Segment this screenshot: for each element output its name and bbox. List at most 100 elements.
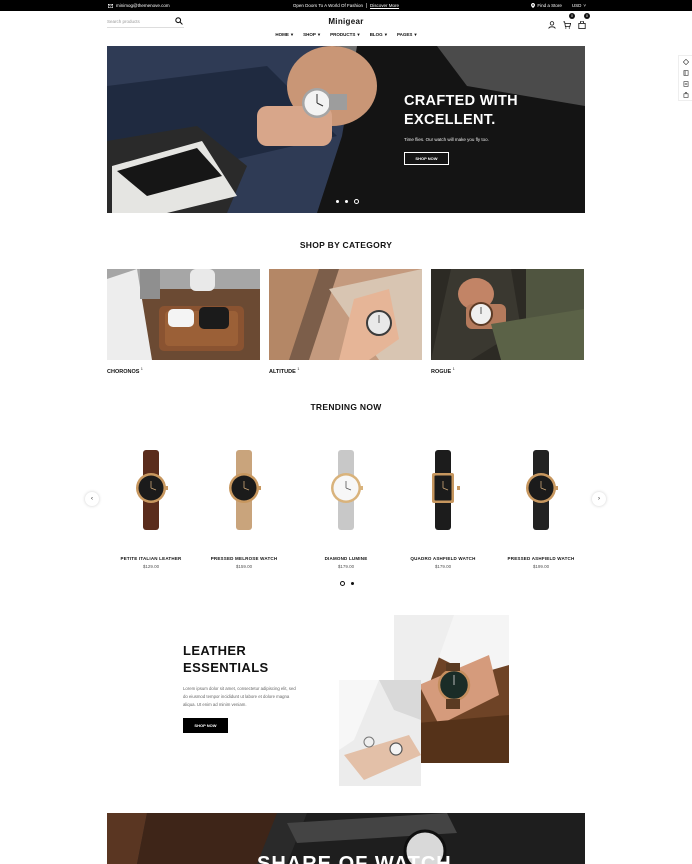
product-card[interactable]: PRESSED MELROSE WATCH $159.00 (199, 450, 289, 575)
chevron-down-icon: ▾ (384, 32, 387, 37)
main-nav: HOME ▾ SHOP ▾ PRODUCTS ▾ BLOG ▾ PAGES ▾ (0, 32, 692, 38)
nav-item-products[interactable]: PRODUCTS ▾ (330, 32, 360, 38)
product-card[interactable]: PRESSED ASHFIELD WATCH $199.00 (496, 450, 586, 575)
nav-item-blog[interactable]: BLOG ▾ (370, 32, 387, 38)
hero-banner: CRAFTED WITH EXCELLENT. Time flies. Our … (107, 46, 585, 213)
category-image (107, 269, 260, 360)
chevron-down-icon: ▾ (414, 32, 417, 37)
nav-label: HOME (275, 32, 289, 37)
chevron-down-icon: ▾ (290, 32, 294, 37)
user-icon (548, 21, 556, 29)
bag-count-badge: 0 (584, 13, 590, 19)
announcement-bar: minimog@themenove.com Open Doors To A Wo… (0, 0, 692, 11)
product-price: $129.00 (142, 564, 160, 569)
cart-count-badge: 0 (569, 13, 575, 19)
product-price: $199.00 (532, 564, 550, 569)
chevron-down-icon: ˅ (583, 3, 586, 8)
slider-dot[interactable] (336, 200, 339, 203)
diamond-icon[interactable] (682, 58, 689, 65)
document-icon[interactable] (683, 80, 689, 87)
watch-image (432, 450, 460, 530)
hero-title-line: EXCELLENT. (404, 112, 496, 128)
currency-selector[interactable]: USD ˅ (572, 3, 586, 8)
category-label[interactable]: ALTITUDE 1 (269, 367, 299, 375)
cart-icon (563, 21, 572, 29)
cart-button[interactable]: 0 (563, 13, 575, 29)
product-price: $159.00 (235, 564, 253, 569)
hero-title-line: CRAFTED WITH (404, 93, 518, 109)
bag-button[interactable]: 0 (578, 13, 590, 29)
bottom-banner: SHARE OF WATCH (107, 813, 585, 864)
product-card[interactable]: DIAMOND LUMINE $179.00 (301, 450, 391, 575)
category-card-rogue[interactable] (431, 269, 584, 360)
arrow-left-icon: ‹ (91, 496, 93, 502)
shopping-bag-icon (578, 20, 586, 29)
category-count: 1 (140, 367, 143, 371)
nav-item-home[interactable]: HOME ▾ (275, 32, 293, 38)
side-toolbar (678, 55, 692, 101)
category-card-altitude[interactable] (269, 269, 422, 360)
category-label[interactable]: CHORONOS 1 (107, 367, 143, 375)
product-name[interactable]: DIAMOND LUMINE (301, 556, 391, 561)
leather-shop-now-button[interactable]: SHOP NOW (183, 718, 228, 733)
arrow-right-icon: › (598, 496, 600, 502)
announcement-text: Open Doors To A World Of Fashion (292, 3, 364, 8)
slider-dot[interactable] (345, 200, 348, 203)
carousel-next-button[interactable]: › (592, 492, 606, 506)
product-name[interactable]: PRESSED MELROSE WATCH (199, 556, 289, 561)
category-section-title: SHOP BY CATEGORY (299, 240, 393, 250)
find-store-label: Find a Store (537, 3, 562, 8)
divider (366, 3, 368, 9)
chevron-down-icon: ▾ (357, 32, 360, 37)
carousel-dot[interactable] (351, 582, 354, 585)
category-name: ROGUE (431, 368, 452, 375)
carousel-dot-active[interactable] (340, 581, 345, 586)
nav-label: PRODUCTS (330, 32, 356, 37)
nav-label: BLOG (369, 32, 383, 37)
currency-label: USD (571, 3, 582, 8)
chevron-down-icon: ▾ (317, 32, 321, 37)
find-store-link[interactable]: Find a Store (531, 3, 562, 8)
leather-section-title: LEATHER ESSENTIALS (183, 643, 269, 676)
product-card[interactable]: QUADRO ASHFIELD WATCH $179.00 (398, 450, 488, 575)
slider-pagination (336, 199, 359, 204)
trending-section-title: TRENDING NOW (310, 402, 382, 412)
product-card[interactable]: PETITE ITALIAN LEATHER $129.00 (106, 450, 196, 575)
account-button[interactable] (548, 16, 556, 29)
nav-label: SHOP (303, 32, 316, 37)
book-icon[interactable] (683, 69, 689, 76)
nav-item-shop[interactable]: SHOP ▾ (303, 32, 320, 38)
carousel-prev-button[interactable]: ‹ (85, 492, 99, 506)
discover-more-link[interactable]: Discover More (370, 3, 399, 8)
category-card-choronos[interactable] (107, 269, 260, 360)
watch-image (136, 450, 168, 530)
shopping-bag-icon[interactable] (683, 91, 689, 98)
watch-photo (339, 680, 421, 786)
bottom-banner-title: SHARE OF WATCH (257, 853, 452, 864)
leather-title-line: LEATHER (183, 643, 247, 658)
leather-title-line: ESSENTIALS (183, 659, 269, 675)
leather-description: Lorem ipsum dolor sit amet, consectetur … (183, 686, 296, 707)
category-label[interactable]: ROGUE 1 (431, 367, 455, 375)
category-count: 1 (297, 367, 300, 371)
leather-image-secondary (339, 680, 421, 786)
watch-image (331, 450, 363, 530)
category-image (269, 269, 422, 360)
hero-shop-now-button[interactable]: SHOP NOW (404, 152, 449, 165)
watch-image (526, 450, 558, 530)
product-name[interactable]: PETITE ITALIAN LEATHER (106, 556, 196, 561)
location-pin-icon (531, 3, 536, 8)
category-name: CHORONOS (107, 368, 140, 375)
product-name[interactable]: QUADRO ASHFIELD WATCH (398, 556, 488, 561)
product-name[interactable]: PRESSED ASHFIELD WATCH (496, 556, 586, 561)
nav-item-pages[interactable]: PAGES ▾ (397, 32, 417, 38)
product-price: $179.00 (434, 564, 452, 569)
slider-dot-active[interactable] (354, 199, 359, 204)
category-name: ALTITUDE (269, 368, 296, 375)
site-header: Search products Minigear 0 0 HOME ▾ SHOP ▾… (0, 11, 692, 44)
carousel-pagination (340, 581, 354, 586)
hero-title: CRAFTED WITH EXCELLENT. (404, 92, 518, 130)
product-price: $179.00 (337, 564, 355, 569)
announcement: Open Doors To A World Of Fashion Discover… (0, 3, 692, 9)
hero-subtitle: Time flies. Our watch will make you fly … (404, 137, 489, 142)
